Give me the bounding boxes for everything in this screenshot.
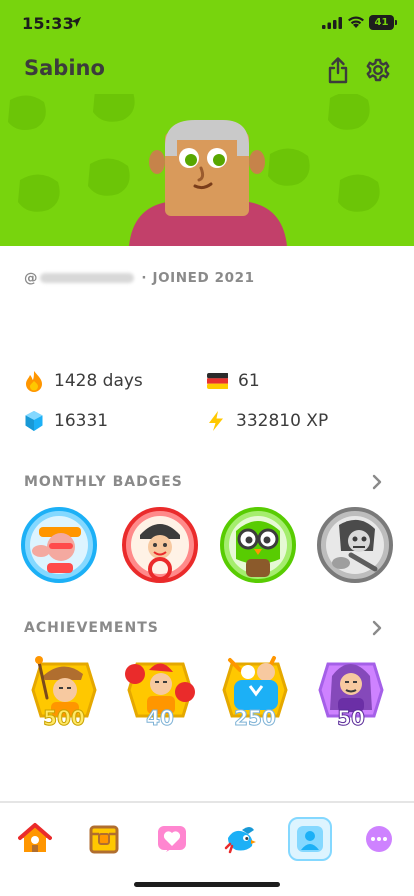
monthly-badges-title: MONTHLY BADGES <box>24 474 183 490</box>
achievement-1[interactable]: 500 <box>23 650 105 738</box>
german-flag-icon <box>207 373 228 389</box>
status-time: 15:33 <box>22 14 74 33</box>
chevron-right-icon[interactable] <box>371 620 383 636</box>
monthly-badge-4[interactable] <box>315 505 395 585</box>
achievement-2-value: 40 <box>146 706 175 731</box>
tab-stories[interactable] <box>82 817 126 861</box>
gem-icon <box>25 411 43 431</box>
battery-level: 41 <box>374 17 389 28</box>
achievement-4-value: 50 <box>337 706 366 731</box>
signal-icon <box>322 17 342 29</box>
wifi-icon <box>348 16 364 28</box>
tab-practice[interactable] <box>150 817 194 861</box>
xp-stat: 332810 XP <box>206 409 328 433</box>
xp-value: 332810 XP <box>236 411 329 431</box>
heart-icon <box>158 826 186 852</box>
gear-icon[interactable] <box>365 57 391 83</box>
handle-at-sign: @ <box>24 270 39 286</box>
chevron-right-icon[interactable] <box>371 474 383 490</box>
gems-stat: 16331 <box>24 409 108 433</box>
tab-profile[interactable] <box>288 817 332 861</box>
home-indicator[interactable] <box>134 882 280 887</box>
status-bar: 15:33 41 <box>0 0 414 48</box>
gems-value: 16331 <box>54 411 109 431</box>
monthly-badge-2[interactable] <box>120 505 200 585</box>
achievements-title: ACHIEVEMENTS <box>24 620 159 636</box>
bird-icon <box>224 827 256 854</box>
blurred-handle <box>40 273 135 283</box>
more-icon <box>366 826 392 852</box>
profile-username: Sabino <box>24 56 105 80</box>
achievement-3[interactable]: 250 <box>214 650 296 738</box>
streak-value: 1428 days <box>54 371 143 391</box>
joined-date: · JOINED 2021 <box>141 270 255 286</box>
monthly-badge-3[interactable] <box>218 505 298 585</box>
monthly-badge-1[interactable] <box>19 505 99 585</box>
achievement-3-value: 250 <box>234 706 277 731</box>
location-arrow-icon <box>71 17 81 27</box>
course-stat: 61 <box>206 369 260 393</box>
home-icon <box>18 823 52 852</box>
course-value: 61 <box>238 371 260 391</box>
profile-handle-joined: @ · JOINED 2021 <box>24 270 255 286</box>
tab-leaderboards[interactable] <box>219 817 263 861</box>
achievement-2[interactable]: 40 <box>119 650 201 738</box>
achievement-4[interactable]: 50 <box>310 650 392 738</box>
profile-header: 15:33 41 Sabino <box>0 0 414 246</box>
lightning-icon <box>209 411 223 431</box>
chest-icon <box>89 825 119 854</box>
share-icon[interactable] <box>326 56 350 84</box>
fire-icon <box>26 371 42 392</box>
battery-indicator: 41 <box>369 15 397 30</box>
profile-icon <box>297 826 323 852</box>
avatar <box>129 120 287 246</box>
streak-stat: 1428 days <box>24 369 143 393</box>
tab-more[interactable] <box>357 817 401 861</box>
tab-learn[interactable] <box>13 817 57 861</box>
achievement-1-value: 500 <box>43 706 86 731</box>
